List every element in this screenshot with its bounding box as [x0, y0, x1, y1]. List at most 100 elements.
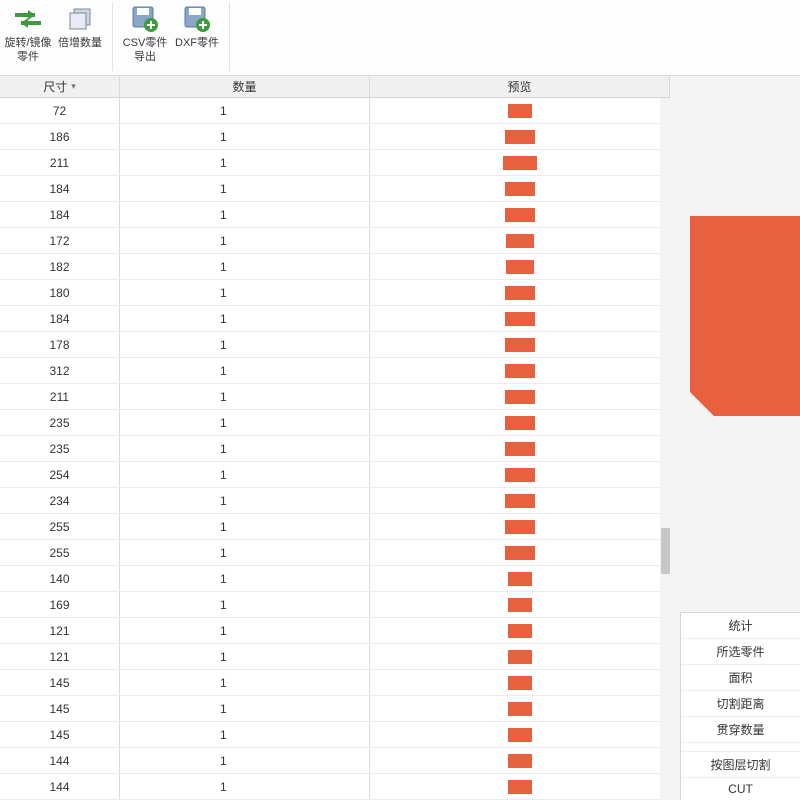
cell-preview	[370, 696, 669, 721]
table-row[interactable]: 2351	[0, 410, 669, 436]
table-row[interactable]: 2541	[0, 462, 669, 488]
table-row[interactable]: 1721	[0, 228, 669, 254]
cell-preview	[370, 514, 669, 539]
table-row[interactable]: 1691	[0, 592, 669, 618]
table-row[interactable]: 1441	[0, 748, 669, 774]
part-thumbnail	[505, 208, 535, 222]
cell-preview	[370, 722, 669, 747]
table-row[interactable]: 1841	[0, 176, 669, 202]
cell-preview	[370, 644, 669, 669]
table-row[interactable]: 1841	[0, 202, 669, 228]
cell-qty: 1	[120, 566, 370, 591]
cell-qty: 1	[120, 540, 370, 565]
toolbar-button-label: 倍增数量	[58, 36, 102, 50]
table-row[interactable]: 1211	[0, 618, 669, 644]
table-row[interactable]: 1451	[0, 722, 669, 748]
toolbar-group: CSV零件 导出DXF零件	[113, 2, 230, 71]
part-thumbnail	[505, 286, 535, 300]
stats-row: 面积	[681, 665, 800, 691]
col-header-qty[interactable]: 数量	[120, 76, 370, 97]
table-row[interactable]: 2111	[0, 384, 669, 410]
part-thumbnail	[505, 338, 535, 352]
table-row[interactable]: 2551	[0, 514, 669, 540]
toolbar-button[interactable]: CSV零件 导出	[121, 2, 169, 71]
cell-qty: 1	[120, 202, 370, 227]
col-header-size-label: 尺寸	[43, 78, 67, 95]
table-row[interactable]: 1211	[0, 644, 669, 670]
table-row[interactable]: 2341	[0, 488, 669, 514]
cell-qty: 1	[120, 124, 370, 149]
toolbar-button[interactable]: DXF零件	[173, 2, 221, 71]
cell-qty: 1	[120, 150, 370, 175]
toolbar: 旋转/镜像 零件倍增数量 CSV零件 导出DXF零件	[0, 0, 800, 76]
cell-preview	[370, 98, 669, 123]
part-thumbnail	[508, 104, 532, 118]
cell-preview	[370, 150, 669, 175]
part-thumbnail	[508, 728, 532, 742]
table-row[interactable]: 1821	[0, 254, 669, 280]
cell-preview	[370, 254, 669, 279]
cell-size: 255	[0, 540, 120, 565]
cell-size: 121	[0, 618, 120, 643]
col-header-preview[interactable]: 预览	[370, 76, 669, 97]
cell-preview	[370, 202, 669, 227]
table-row[interactable]: 1441	[0, 774, 669, 800]
cell-size: 235	[0, 410, 120, 435]
stats-panel: 统计所选零件面积切割距离贯穿数量按图层切割CUT	[680, 612, 800, 800]
cell-size: 180	[0, 280, 120, 305]
filter-icon[interactable]: ▾	[71, 81, 76, 92]
table-row[interactable]: 721	[0, 98, 669, 124]
cell-qty: 1	[120, 176, 370, 201]
cell-qty: 1	[120, 436, 370, 461]
cell-qty: 1	[120, 644, 370, 669]
cell-size: 145	[0, 722, 120, 747]
cell-qty: 1	[120, 410, 370, 435]
table-row[interactable]: 1401	[0, 566, 669, 592]
table-row[interactable]: 2551	[0, 540, 669, 566]
cell-preview	[370, 124, 669, 149]
col-header-preview-label: 预览	[507, 78, 531, 95]
cell-preview	[370, 332, 669, 357]
part-thumbnail	[508, 754, 532, 768]
cell-qty: 1	[120, 488, 370, 513]
toolbar-button[interactable]: 旋转/镜像 零件	[4, 2, 52, 71]
cell-qty: 1	[120, 228, 370, 253]
table-row[interactable]: 2351	[0, 436, 669, 462]
cell-preview	[370, 358, 669, 383]
part-thumbnail	[508, 598, 532, 612]
col-header-qty-label: 数量	[232, 78, 256, 95]
table-row[interactable]: 1451	[0, 670, 669, 696]
toolbar-button[interactable]: 倍增数量	[56, 2, 104, 71]
stats-row: 统计	[681, 613, 800, 639]
stats-row: 切割距离	[681, 691, 800, 717]
swap-icon	[11, 2, 45, 36]
cell-preview	[370, 618, 669, 643]
stats-row	[681, 743, 800, 752]
cell-qty: 1	[120, 748, 370, 773]
part-thumbnail	[505, 312, 535, 326]
table-row[interactable]: 1451	[0, 696, 669, 722]
cell-qty: 1	[120, 280, 370, 305]
cell-preview	[370, 436, 669, 461]
table-row[interactable]: 1861	[0, 124, 669, 150]
table-row[interactable]: 1801	[0, 280, 669, 306]
part-preview-shape	[690, 216, 800, 416]
part-thumbnail	[503, 156, 537, 170]
part-thumbnail	[505, 442, 535, 456]
table-header: 尺寸 ▾ 数量 预览	[0, 76, 669, 98]
cell-size: 186	[0, 124, 120, 149]
part-thumbnail	[505, 546, 535, 560]
cell-preview	[370, 462, 669, 487]
cell-size: 184	[0, 202, 120, 227]
cell-preview	[370, 566, 669, 591]
table-row[interactable]: 1781	[0, 332, 669, 358]
cell-size: 182	[0, 254, 120, 279]
part-thumbnail	[505, 364, 535, 378]
table-row[interactable]: 3121	[0, 358, 669, 384]
table-row[interactable]: 1841	[0, 306, 669, 332]
cell-qty: 1	[120, 592, 370, 617]
cell-preview	[370, 228, 669, 253]
table-row[interactable]: 2111	[0, 150, 669, 176]
cell-preview	[370, 410, 669, 435]
col-header-size[interactable]: 尺寸 ▾	[0, 76, 120, 97]
